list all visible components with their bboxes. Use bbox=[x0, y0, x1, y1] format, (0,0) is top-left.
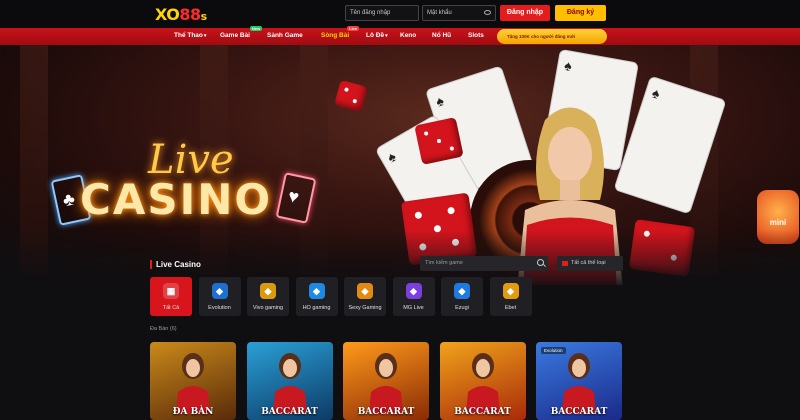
grid-icon: ▦ bbox=[163, 283, 179, 299]
chevron-down-icon: ▾ bbox=[203, 33, 207, 39]
nav-item-slots[interactable]: Slots bbox=[468, 32, 484, 39]
eye-icon[interactable] bbox=[484, 10, 491, 15]
live-badge: Live bbox=[347, 26, 360, 31]
game-title: ĐA BÀN bbox=[172, 407, 214, 417]
provider-label: Ezugi bbox=[455, 305, 469, 311]
nav-item-sanh-game[interactable]: Sảnh Game bbox=[267, 32, 303, 39]
ho-icon: ◆ bbox=[308, 283, 325, 299]
chevron-down-icon: ▾ bbox=[385, 33, 388, 39]
provider-tab[interactable]: ◆ Vivo gaming bbox=[247, 277, 289, 316]
filter-icon bbox=[562, 261, 568, 266]
main-nav: Thể Thao▾ Game Bài New Sảnh Game Sòng Bài… bbox=[0, 26, 800, 45]
logo-text: XO bbox=[155, 5, 180, 24]
search-input[interactable]: Tìm kiếm game bbox=[420, 256, 548, 271]
provider-tab[interactable]: ◆ Sexy Gaming bbox=[344, 277, 386, 316]
game-card[interactable]: BACCARAT bbox=[246, 342, 333, 420]
games-subheading: Đa Bàn (6) bbox=[150, 326, 177, 332]
dealer-portrait bbox=[465, 353, 500, 414]
evolution-icon: ◆ bbox=[211, 283, 228, 299]
game-card[interactable]: ĐA BÀN bbox=[150, 342, 236, 420]
top-bar: XO88s Tên đăng nhập Mật khẩu Đăng nhập Đ… bbox=[0, 0, 800, 28]
dealer-portrait bbox=[272, 353, 307, 414]
provider-label: Ebet bbox=[504, 305, 517, 311]
category-select[interactable]: Tất cả thể loại bbox=[557, 256, 623, 271]
provider-tab[interactable]: ◆ HO gaming bbox=[295, 277, 338, 316]
mg-icon: ◆ bbox=[405, 283, 422, 299]
new-badge: New bbox=[250, 26, 263, 31]
dice-icon bbox=[414, 117, 464, 165]
game-card[interactable]: BACCARAT bbox=[343, 342, 429, 420]
sexy-icon: ◆ bbox=[357, 283, 373, 299]
ebet-icon: ◆ bbox=[502, 283, 519, 299]
game-title: BACCARAT bbox=[550, 407, 608, 417]
logo-number: 88 bbox=[179, 5, 201, 24]
search-placeholder: Tìm kiếm game bbox=[425, 260, 463, 266]
ezugi-icon: ◆ bbox=[454, 283, 470, 299]
login-button[interactable]: Đăng nhập bbox=[500, 5, 550, 21]
provider-tab[interactable]: ◆ Ebet bbox=[489, 277, 532, 316]
provider-tab[interactable]: ◆ Ezugi bbox=[441, 277, 483, 316]
section-title: Live Casino bbox=[150, 260, 201, 269]
category-select-value: Tất cả thể loại bbox=[571, 260, 606, 266]
dealer-portrait bbox=[176, 353, 210, 414]
provider-label: MG Live bbox=[403, 305, 424, 311]
provider-tab[interactable]: ◆ MG Live bbox=[392, 277, 435, 316]
username-input[interactable]: Tên đăng nhập bbox=[345, 5, 419, 21]
provider-label: Evolution bbox=[208, 305, 231, 311]
password-placeholder: Mật khẩu bbox=[427, 10, 452, 16]
provider-label: Vivo gaming bbox=[252, 305, 284, 311]
logo-suffix: s bbox=[200, 10, 208, 23]
provider-tab[interactable]: ▦ Tất Cả bbox=[150, 277, 192, 316]
game-card[interactable]: BACCARAT bbox=[439, 342, 526, 420]
hero-title: CASINO bbox=[80, 175, 273, 224]
vivo-icon: ◆ bbox=[260, 283, 276, 299]
dealer-portrait bbox=[369, 353, 403, 414]
register-button[interactable]: Đăng ký bbox=[555, 5, 606, 21]
provider-label: Sexy Gaming bbox=[348, 305, 382, 311]
nav-item-the-thao[interactable]: Thể Thao▾ bbox=[174, 32, 206, 39]
dealer-portrait bbox=[562, 353, 596, 414]
password-input[interactable]: Mật khẩu bbox=[422, 5, 496, 21]
game-card[interactable]: Evolution BACCARAT bbox=[536, 342, 622, 420]
provider-label: Tất Cả bbox=[162, 305, 180, 311]
dice-icon bbox=[334, 79, 368, 113]
provider-label: HO gaming bbox=[302, 305, 331, 311]
provider-tag: Evolution bbox=[541, 347, 566, 354]
game-title: BACCARAT bbox=[261, 407, 318, 417]
game-title: BACCARAT bbox=[357, 407, 415, 417]
provider-tab[interactable]: ◆ Evolution bbox=[198, 277, 241, 316]
nav-item-song-bai[interactable]: Sòng Bài Live bbox=[321, 26, 360, 39]
nav-item-game-bai[interactable]: Game Bài New bbox=[220, 26, 263, 39]
site-logo[interactable]: XO88s bbox=[155, 5, 207, 24]
nav-item-lo-de[interactable]: Lô Đề▾ bbox=[366, 32, 388, 39]
nav-item-no-hu[interactable]: Nổ Hũ bbox=[432, 32, 451, 39]
search-icon[interactable] bbox=[537, 259, 544, 266]
nav-item-keno[interactable]: Keno bbox=[400, 32, 416, 39]
game-title: BACCARAT bbox=[454, 407, 511, 417]
promo-banner[interactable]: Tặng 100K cho người đăng mới bbox=[497, 29, 607, 44]
